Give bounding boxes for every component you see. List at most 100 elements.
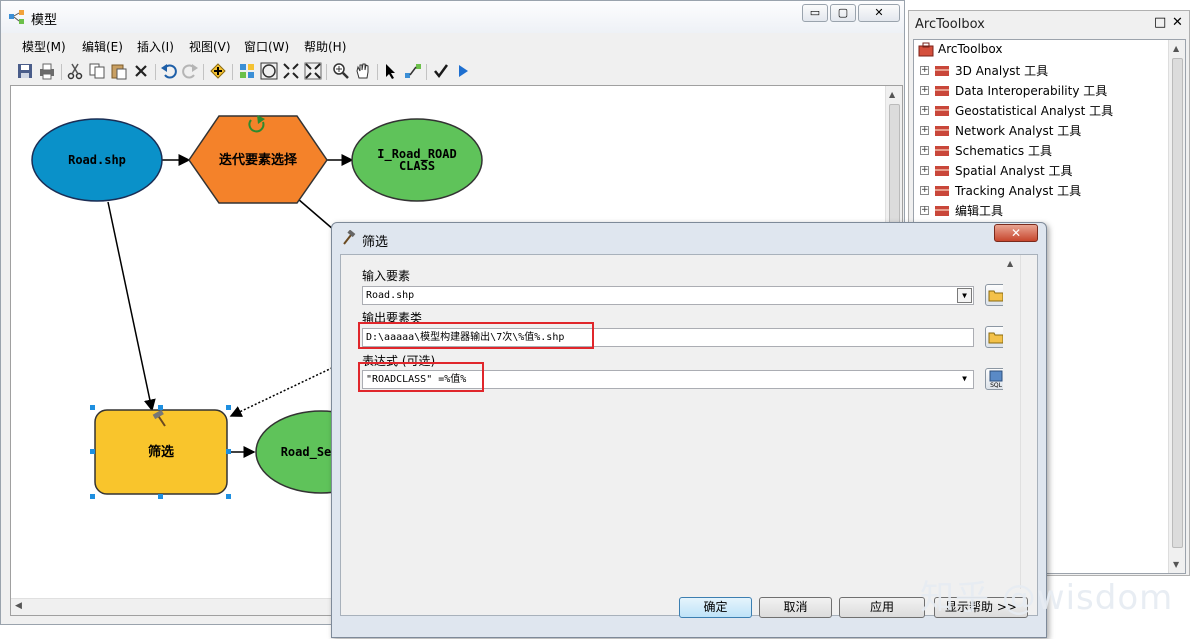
iterate-output-label-line2: CLASS	[399, 159, 435, 173]
tree-item-label: Schematics 工具	[955, 144, 1052, 158]
minimize-button[interactable]: ▭	[802, 4, 828, 22]
paste-icon[interactable]	[110, 62, 128, 80]
chevron-down-icon[interactable]: ▼	[957, 288, 972, 303]
toolbox-icon	[935, 86, 949, 96]
toolbar-separator	[155, 64, 156, 80]
expand-icon[interactable]: +	[920, 166, 929, 175]
road-shp-label: Road.shp	[68, 153, 126, 167]
select-icon[interactable]	[382, 62, 400, 80]
tree-item-label: 3D Analyst 工具	[955, 64, 1049, 78]
toolbar-separator	[426, 64, 427, 80]
menu-edit[interactable]: 编辑(E)	[82, 38, 123, 55]
toolbox-icon	[935, 166, 949, 176]
expand-icon[interactable]: +	[920, 126, 929, 135]
toolbox-root-icon	[918, 42, 934, 57]
delete-icon[interactable]	[132, 62, 150, 80]
toolbar-separator	[61, 64, 62, 80]
print-icon[interactable]	[38, 62, 56, 80]
scroll-down-arrow-icon[interactable]: ▼	[1173, 560, 1179, 569]
full-extent-icon[interactable]	[260, 62, 278, 80]
run-icon[interactable]	[454, 62, 472, 80]
expand-icon[interactable]: +	[920, 66, 929, 75]
output-highlight-box	[358, 322, 594, 349]
menu-insert[interactable]: 插入(I)	[137, 38, 174, 55]
window-title: 模型	[31, 13, 58, 28]
scroll-up-arrow-icon[interactable]: ▲	[1007, 259, 1013, 268]
tree-item-label: Data Interoperability 工具	[955, 84, 1108, 98]
toolbox-icon	[935, 206, 949, 216]
toolbox-icon	[935, 106, 949, 116]
arctoolbox-title: ArcToolbox	[915, 17, 985, 32]
dialog-vertical-scrollbar[interactable]: ▲	[1003, 255, 1020, 589]
tree-item-label: Spatial Analyst 工具	[955, 164, 1073, 178]
connect-icon[interactable]	[404, 62, 422, 80]
toolbox-icon	[935, 186, 949, 196]
panel-close-icon[interactable]: ✕	[1172, 15, 1183, 30]
arctoolbox-header: ArcToolbox □ ✕	[909, 11, 1189, 37]
expand-icon[interactable]: +	[920, 86, 929, 95]
expression-highlight-box	[358, 362, 484, 392]
toolbar-separator	[377, 64, 378, 80]
input-features-label: 输入要素	[362, 269, 411, 283]
close-button[interactable]: ✕	[858, 4, 900, 22]
toolbox-vertical-scrollbar[interactable]: ▲ ▼	[1168, 40, 1185, 573]
chevron-down-icon[interactable]: ▼	[957, 372, 972, 387]
fixed-zoom-out-icon[interactable]	[304, 62, 322, 80]
cancel-button[interactable]: 取消	[759, 597, 832, 618]
hammer-icon	[343, 230, 356, 245]
expand-icon[interactable]: +	[920, 206, 929, 215]
iterate-feature-selection-label: 迭代要素选择	[219, 152, 298, 168]
menu-view[interactable]: 视图(V)	[189, 38, 231, 55]
expand-icon[interactable]: +	[920, 146, 929, 155]
tree-item-label: Geostatistical Analyst 工具	[955, 104, 1114, 118]
redo-icon[interactable]	[181, 62, 199, 80]
toolbar	[1, 58, 904, 84]
ok-button[interactable]: 确定	[679, 597, 752, 618]
expand-icon[interactable]: +	[920, 186, 929, 195]
pin-icon[interactable]: □	[1154, 15, 1166, 30]
validate-icon[interactable]	[432, 62, 450, 80]
dialog-close-button[interactable]: ✕	[994, 224, 1038, 242]
scroll-up-arrow-icon[interactable]: ▲	[889, 90, 895, 99]
tree-root-label: ArcToolbox	[938, 42, 1003, 56]
save-icon[interactable]	[16, 62, 34, 80]
apply-button[interactable]: 应用	[839, 597, 925, 618]
filter-tool-label: 筛选	[148, 444, 174, 460]
tree-item-label: Tracking Analyst 工具	[955, 184, 1082, 198]
menubar: 模型(M) 编辑(E) 插入(I) 视图(V) 窗口(W) 帮助(H)	[1, 34, 904, 56]
svg-text:SQL: SQL	[990, 382, 1003, 389]
dialog-titlebar[interactable]: 筛选 ✕	[332, 223, 1046, 253]
toolbar-separator	[203, 64, 204, 80]
undo-icon[interactable]	[160, 62, 178, 80]
expand-icon[interactable]: +	[920, 106, 929, 115]
menu-help[interactable]: 帮助(H)	[304, 38, 346, 55]
connector-road-to-filter	[107, 201, 156, 412]
scroll-up-arrow-icon[interactable]: ▲	[1173, 44, 1179, 53]
input-features-value: Road.shp	[366, 290, 415, 301]
toolbox-icon	[935, 126, 949, 136]
pan-icon[interactable]	[354, 62, 372, 80]
toolbar-separator	[326, 64, 327, 80]
dialog-title: 筛选	[362, 235, 389, 250]
auto-layout-icon[interactable]	[238, 62, 256, 80]
input-features-field[interactable]: Road.shp ▼	[362, 286, 974, 305]
scroll-left-arrow-icon[interactable]: ◀	[15, 601, 22, 611]
dialog-body: 输入要素 Road.shp ▼ 输出要素类 D:\aaaaa\模型构建器输出\7…	[340, 254, 1038, 616]
cut-icon[interactable]	[66, 62, 84, 80]
model-titlebar[interactable]: 模型 ▭ ▢ ✕	[1, 1, 904, 33]
watermark: 知乎 @wisdom	[920, 578, 1174, 618]
tree-item-label: 编辑工具	[955, 204, 1004, 218]
copy-icon[interactable]	[88, 62, 106, 80]
connector-value-to-filter	[229, 365, 337, 417]
toolbox-icon	[935, 146, 949, 156]
menu-model[interactable]: 模型(M)	[22, 38, 66, 55]
menu-window[interactable]: 窗口(W)	[244, 38, 289, 55]
toolbox-icon	[935, 66, 949, 76]
fixed-zoom-in-icon[interactable]	[282, 62, 300, 80]
zoom-in-icon[interactable]	[332, 62, 350, 80]
maximize-button[interactable]: ▢	[830, 4, 856, 22]
parameters-panel: 输入要素 Road.shp ▼ 输出要素类 D:\aaaaa\模型构建器输出\7…	[341, 255, 1021, 589]
scroll-thumb[interactable]	[1172, 58, 1183, 548]
toolbar-separator	[232, 64, 233, 80]
add-data-icon[interactable]	[209, 62, 227, 80]
